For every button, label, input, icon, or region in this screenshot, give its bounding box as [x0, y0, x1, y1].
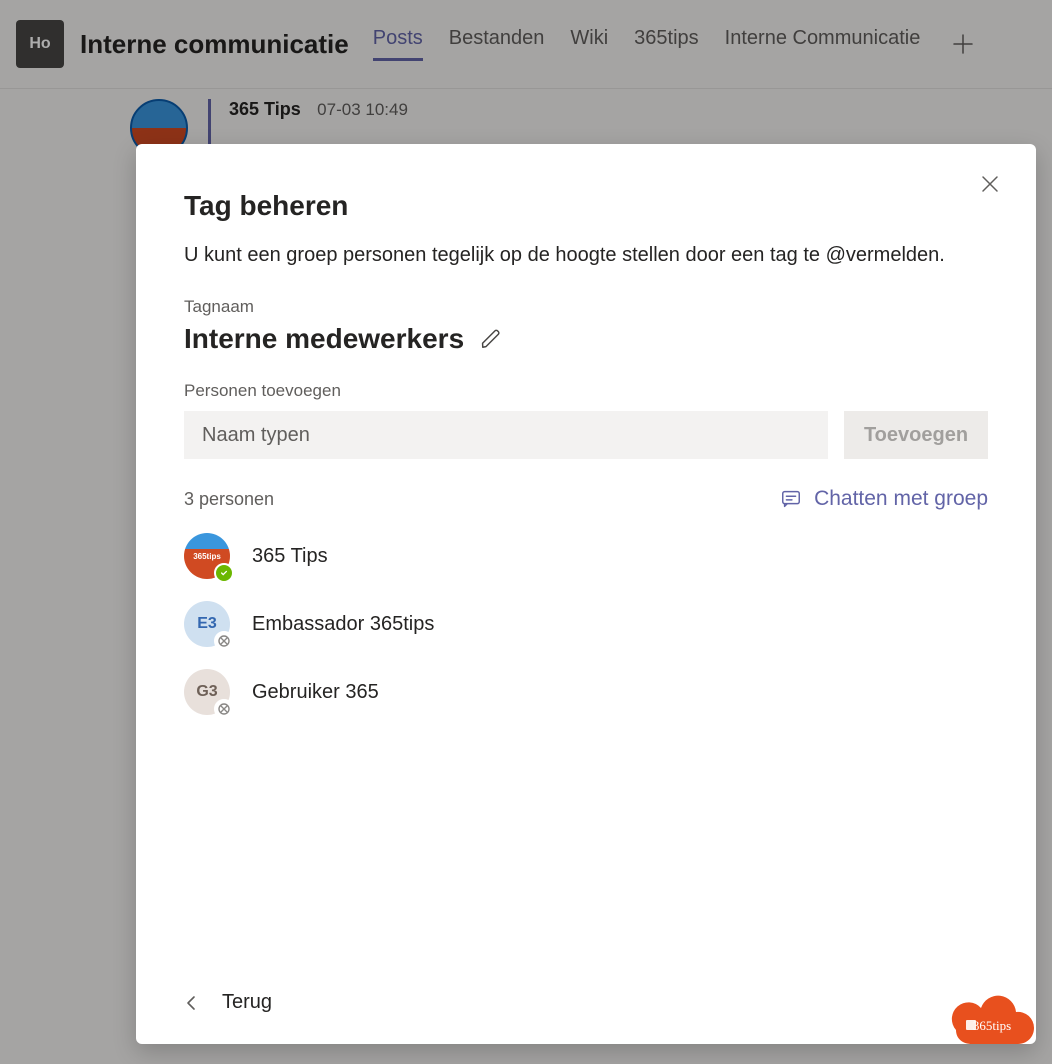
dialog-title: Tag beheren	[184, 190, 988, 222]
chat-icon	[780, 488, 802, 510]
back-label[interactable]: Terug	[222, 991, 272, 1014]
presence-offline-icon	[214, 699, 234, 719]
avatar: E3	[184, 601, 230, 647]
close-icon	[980, 174, 1000, 194]
avatar-initials: G3	[196, 683, 217, 701]
manage-tag-dialog: Tag beheren U kunt een groep personen te…	[136, 144, 1036, 1044]
close-button[interactable]	[980, 174, 1000, 194]
brand-badge: 365tips	[946, 988, 1034, 1046]
person-name: 365 Tips	[252, 545, 328, 568]
tagname-row: Interne medewerkers	[184, 323, 988, 355]
presence-offline-icon	[214, 631, 234, 651]
people-count: 3 personen	[184, 489, 274, 510]
person-row[interactable]: E3 Embassador 365tips	[184, 601, 988, 647]
dialog-subtitle: U kunt een groep personen tegelijk op de…	[184, 244, 988, 267]
chat-with-group-link[interactable]: Chatten met groep	[780, 487, 988, 511]
avatar: 365tips	[184, 533, 230, 579]
dialog-footer: Terug	[184, 971, 988, 1014]
tag-name: Interne medewerkers	[184, 323, 464, 355]
avatar: G3	[184, 669, 230, 715]
cloud-icon: 365tips	[946, 988, 1034, 1046]
back-button[interactable]	[184, 995, 200, 1011]
add-people-row: Toevoegen	[184, 411, 988, 459]
tagname-label: Tagnaam	[184, 297, 988, 317]
avatar-logo-text: 365tips	[191, 551, 223, 562]
pencil-icon	[480, 328, 502, 350]
chat-with-group-label: Chatten met groep	[814, 487, 988, 511]
person-row[interactable]: 365tips 365 Tips	[184, 533, 988, 579]
person-row[interactable]: G3 Gebruiker 365	[184, 669, 988, 715]
person-name: Embassador 365tips	[252, 613, 434, 636]
chevron-left-icon	[184, 995, 200, 1011]
people-list: 365tips 365 Tips E3 Embassador 365tips G…	[184, 533, 988, 715]
name-input[interactable]	[184, 411, 828, 459]
add-button[interactable]: Toevoegen	[844, 411, 988, 459]
presence-available-icon	[214, 563, 234, 583]
brand-label: 365tips	[973, 1018, 1011, 1033]
avatar-initials: E3	[197, 615, 217, 633]
add-people-label: Personen toevoegen	[184, 381, 988, 401]
edit-tag-button[interactable]	[480, 328, 502, 350]
person-name: Gebruiker 365	[252, 681, 379, 704]
people-count-row: 3 personen Chatten met groep	[184, 487, 988, 511]
